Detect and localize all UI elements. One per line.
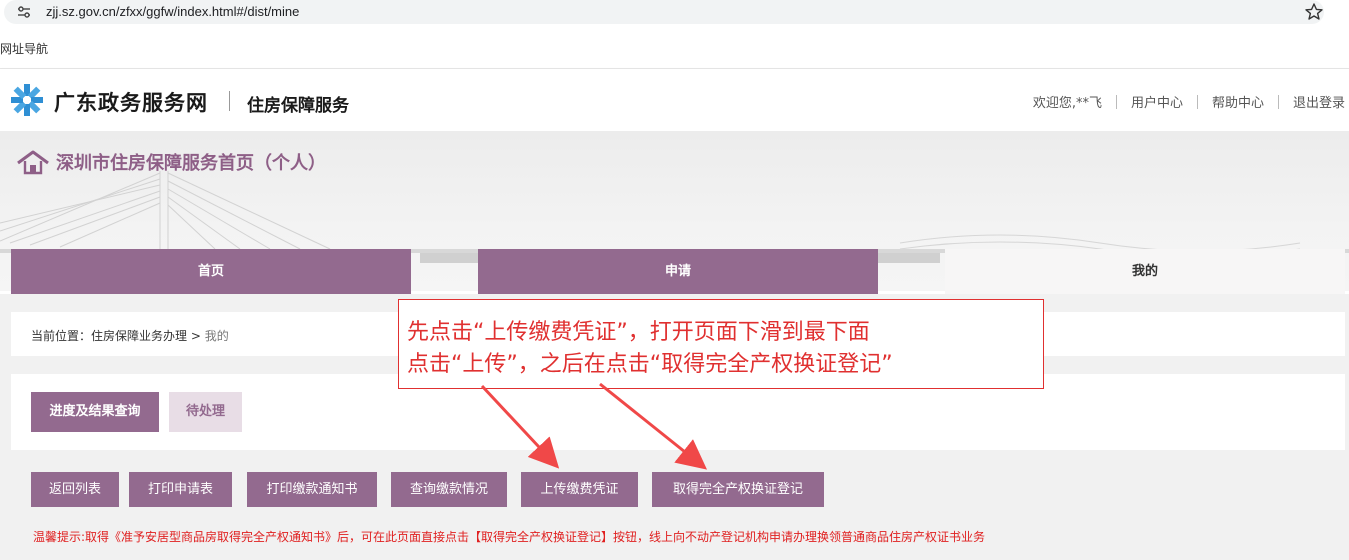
url-text[interactable]: zjj.sz.gov.cn/zfxx/ggfw/index.html#/dist… [46,4,299,19]
tab-apply[interactable]: 申请 [478,249,878,294]
tab-home[interactable]: 首页 [11,249,411,294]
pending-button[interactable]: 待处理 [169,392,242,432]
query-payment-button[interactable]: 查询缴款情况 [391,472,507,507]
bookmark-nav-link[interactable]: 网址导航 [0,40,48,57]
annotation-callout: 先点击“上传缴费凭证”，打开页面下滑到最下面 点击“上传”，之后在点击“取得完全… [398,299,1044,389]
house-icon [17,150,49,175]
guangdong-logo-icon[interactable] [10,83,44,117]
annotation-line-1: 先点击“上传缴费凭证”，打开页面下滑到最下面 [407,320,870,345]
site-settings-icon[interactable] [16,4,32,20]
get-certificate-button[interactable]: 取得完全产权换证登记 [652,472,824,507]
upload-voucher-button[interactable]: 上传缴费凭证 [521,472,638,507]
tab-mine[interactable]: 我的 [945,249,1345,294]
warm-tip-text: 温馨提示:取得《准予安居型商品房取得完全产权通知书》后，可在此页面直接点击【取得… [33,530,986,544]
logout-link[interactable]: 退出登录 [1279,92,1345,111]
progress-query-button[interactable]: 进度及结果查询 [31,392,159,432]
site-brand-title[interactable]: 广东政务服务网 [54,87,208,117]
header-user-links: 欢迎您,**飞 用户中心 帮助中心 退出登录 [1019,92,1345,111]
user-center-link[interactable]: 用户中心 [1117,92,1197,111]
bookmark-star-icon[interactable] [1304,2,1324,22]
print-application-button[interactable]: 打印申请表 [129,472,232,507]
help-center-link[interactable]: 帮助中心 [1198,92,1278,111]
service-title: 住房保障服务 [247,96,349,116]
page-title: 深圳市住房保障服务首页（个人） [56,153,326,174]
welcome-text: 欢迎您,**飞 [1032,96,1102,111]
site-header: 广东政务服务网 住房保障服务 欢迎您,**飞 用户中心 帮助中心 退出登录 [0,69,1349,131]
breadcrumb-current: 我的 [204,329,229,343]
breadcrumb-path: 当前位置：住房保障业务办理 > [31,329,201,343]
address-bar[interactable]: zjj.sz.gov.cn/zfxx/ggfw/index.html#/dist… [4,0,1324,24]
banner-title-group: 深圳市住房保障服务首页（个人） [16,149,326,175]
header-divider [229,91,230,111]
browser-toolbar: zjj.sz.gov.cn/zfxx/ggfw/index.html#/dist… [0,0,1349,26]
back-to-list-button[interactable]: 返回列表 [31,472,119,507]
print-payment-notice-button[interactable]: 打印缴款通知书 [247,472,377,507]
annotation-line-2: 点击“上传”，之后在点击“取得完全产权换证登记” [407,352,893,377]
breadcrumb-text: 当前位置：住房保障业务办理 > 我的 [31,327,229,344]
